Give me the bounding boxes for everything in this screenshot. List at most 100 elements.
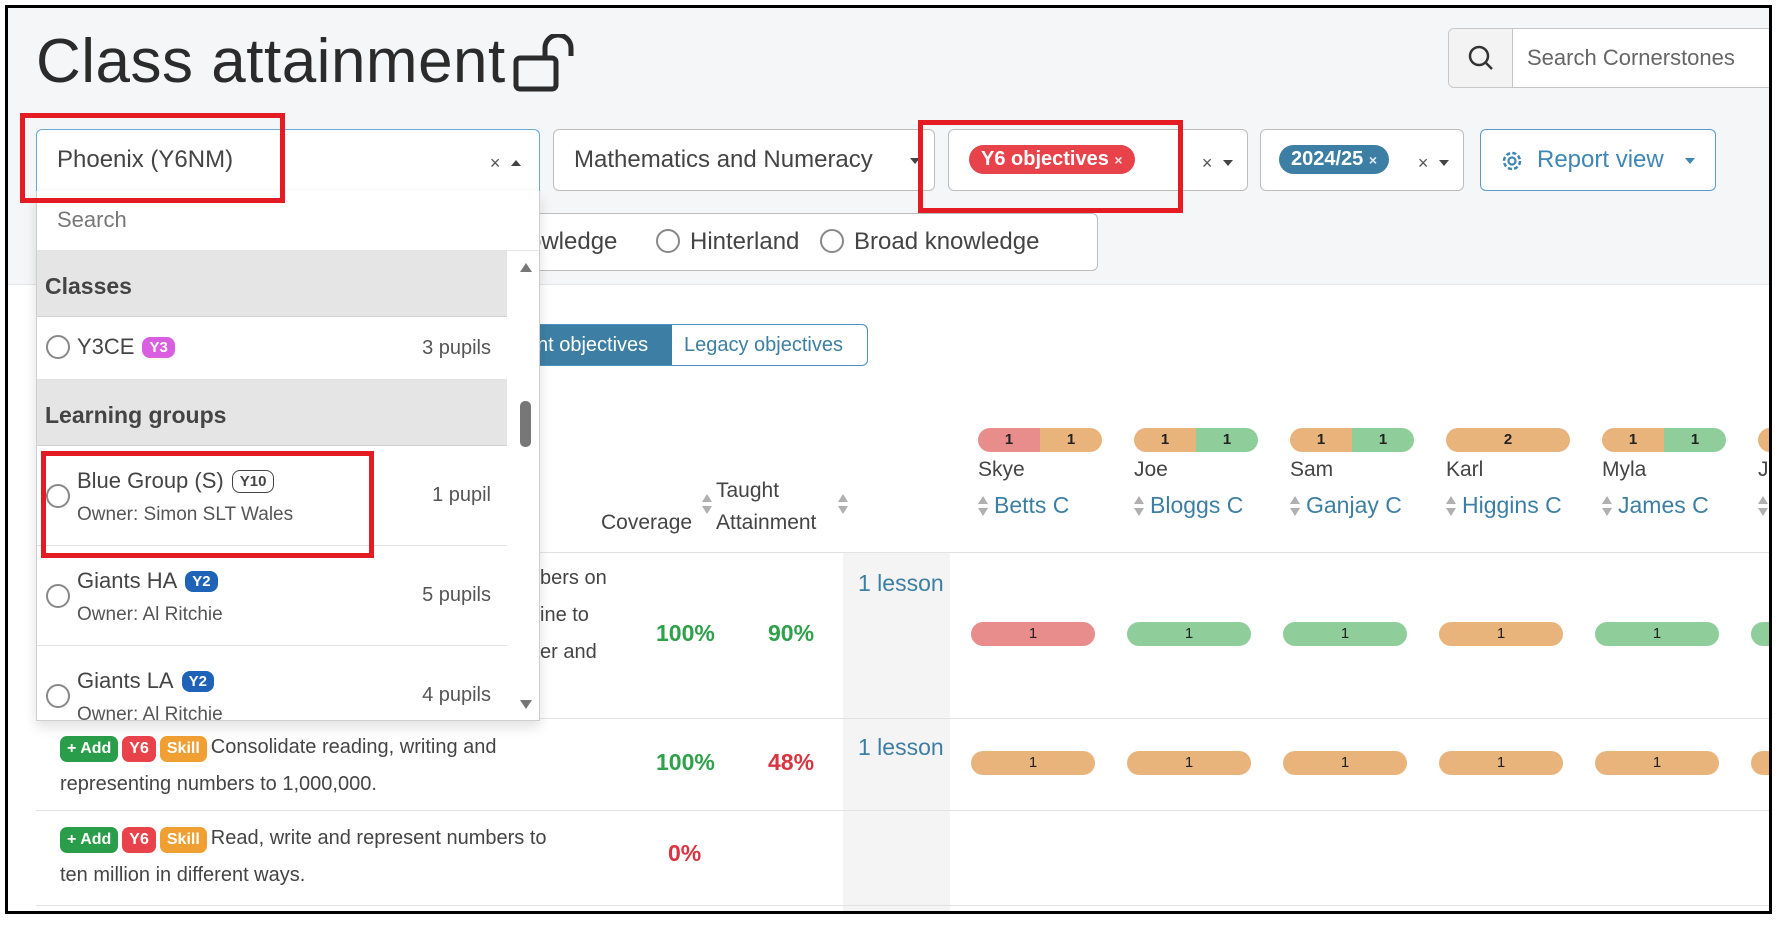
coverage-value: 100%	[656, 749, 715, 775]
pupil-count: 1 pupil	[432, 484, 491, 506]
knowledge-option-partial[interactable]: owledge	[528, 228, 617, 256]
objectives-toggle: nt objectives Legacy objectives	[528, 324, 868, 366]
search-input[interactable]	[1527, 45, 1769, 71]
objective-text: ten million in different ways.	[60, 864, 306, 886]
pupil-judgement[interactable]: 1	[1439, 751, 1563, 775]
sort-icon[interactable]	[838, 494, 848, 516]
remove-year-icon[interactable]: ×	[1369, 152, 1377, 168]
legacy-objectives-tab[interactable]: Legacy objectives	[672, 325, 867, 365]
add-objective-button[interactable]: + Add	[60, 827, 119, 853]
radio-circle	[46, 584, 70, 608]
dropdown-search-input[interactable]	[57, 207, 497, 233]
sort-icon	[1290, 496, 1300, 518]
pupil-last-name: Bloggs C	[1150, 492, 1244, 518]
year-badge: Y2	[185, 571, 218, 592]
objective-text-partial: bers on	[540, 567, 607, 589]
year-badge: Y2	[181, 671, 214, 692]
row-divider	[36, 905, 1769, 906]
search-button[interactable]	[1449, 29, 1513, 87]
broad-knowledge-label: Broad knowledge	[854, 228, 1040, 255]
scroll-up-icon[interactable]	[520, 263, 532, 272]
pupil-judgement[interactable]: 1	[1283, 622, 1407, 646]
pupil-last-name-sort[interactable]: Higgins C	[1446, 492, 1562, 519]
pupil-first-name: Myla	[1602, 458, 1647, 481]
knowledge-type-radios: owledge Hinterland Broad knowledge	[528, 213, 1098, 271]
option-name-text: Y3CE	[77, 334, 135, 359]
lesson-link[interactable]: 1 lesson	[858, 734, 944, 761]
pupil-last-name-sort[interactable]: Bloggs C	[1134, 492, 1243, 519]
hinterland-option[interactable]: Hinterland	[656, 228, 799, 256]
year-badge: Y3	[142, 337, 175, 358]
hinterland-label: Hinterland	[690, 228, 800, 255]
pupil-judgement[interactable]: 1	[1127, 622, 1251, 646]
attainment-value: 90%	[768, 620, 815, 646]
lesson-column-bg	[843, 552, 950, 911]
knowledge-option-label: owledge	[528, 228, 618, 255]
pupil-last-name: Higgins C	[1462, 492, 1562, 518]
coverage-value: 100%	[656, 620, 715, 646]
page-title: Class attainment	[36, 27, 506, 96]
pupil-last-name: Ganjay C	[1306, 492, 1402, 518]
pupil-judgement[interactable]: 1	[971, 751, 1095, 775]
dropdown-option-giants-ha[interactable]: Giants HA Y2 Owner: Al Ritchie 5 pupils	[37, 546, 507, 646]
coverage-header[interactable]: Coverage	[601, 511, 692, 535]
dropdown-option-y3ce[interactable]: Y3CE Y3 3 pupils	[37, 317, 507, 380]
pupil-last-name-sort[interactable]: Ganjay C	[1290, 492, 1402, 519]
dropdown-scrollbar[interactable]	[513, 251, 539, 720]
pupil-judgement[interactable]: 1	[1595, 622, 1719, 646]
radio-circle	[656, 229, 680, 253]
pupil-judgement[interactable]: 1	[1595, 751, 1719, 775]
pupil-count: 5 pupils	[422, 584, 491, 606]
year-tag: Y6	[122, 827, 156, 853]
row-divider	[36, 810, 1769, 811]
coverage-header-label: Coverage	[601, 511, 693, 534]
year-pill: 2024/25 ×	[1279, 145, 1390, 174]
objective-text: Consolidate reading, writing and	[210, 736, 497, 758]
global-search	[1448, 28, 1769, 88]
pupil-last-name-sort[interactable]: Betts C	[978, 492, 1069, 519]
scroll-down-icon[interactable]	[520, 700, 532, 709]
pupil-judgement[interactable]: 1	[1127, 751, 1251, 775]
current-objectives-tab[interactable]: nt objectives	[529, 325, 672, 365]
year-tag: Y6	[122, 736, 156, 762]
summary-segment: 2	[1446, 428, 1570, 452]
subject-select[interactable]: Mathematics and Numeracy	[553, 129, 935, 191]
lesson-link[interactable]: 1 lesson	[858, 570, 944, 597]
pupil-count: 3 pupils	[422, 337, 491, 359]
pupil-judgement[interactable]: 1	[1439, 622, 1563, 646]
summary-segment: 1	[978, 428, 1040, 452]
radio-circle	[46, 684, 70, 708]
scrollbar-thumb[interactable]	[520, 401, 531, 447]
summary-segment: 1	[1352, 428, 1414, 452]
report-view-button[interactable]: Report view	[1480, 129, 1716, 191]
option-name: Giants HA Y2	[77, 568, 218, 594]
objective-text-partial: er and	[540, 641, 597, 663]
pupil-last-name-sort[interactable]: James C	[1602, 492, 1709, 519]
clear-class-icon[interactable]: ×	[490, 153, 501, 173]
pupil-judgement[interactable]	[1751, 622, 1769, 646]
clear-year-icon[interactable]: ×	[1418, 153, 1429, 173]
taught-header[interactable]: Taught	[716, 479, 779, 503]
sort-icon[interactable]	[702, 494, 712, 516]
sort-icon	[1446, 496, 1456, 518]
pupil-first-name: Skye	[978, 458, 1025, 481]
summary-segment: 1	[1664, 428, 1726, 452]
pupil-judgement[interactable]	[1751, 751, 1769, 775]
attainment-header[interactable]: Attainment	[716, 511, 816, 535]
pupil-last-name-sort[interactable]: J	[1758, 492, 1769, 519]
chevron-down-icon	[1439, 159, 1449, 166]
sort-icon	[1758, 496, 1768, 518]
unlock-icon[interactable]	[513, 34, 579, 92]
broad-knowledge-option[interactable]: Broad knowledge	[820, 228, 1039, 256]
search-icon	[1468, 45, 1493, 70]
add-objective-button[interactable]: + Add	[60, 736, 119, 762]
pupil-count: 4 pupils	[422, 684, 491, 706]
pupil-judgement[interactable]: 1	[971, 622, 1095, 646]
chevron-up-icon	[511, 159, 521, 166]
pupil-summary-bar: 2	[1446, 428, 1570, 452]
objective-text: Read, write and represent numbers to	[210, 827, 547, 849]
clear-objectives-icon[interactable]: ×	[1202, 153, 1213, 173]
dropdown-option-giants-la[interactable]: Giants LA Y2 Owner: Al Ritchie 4 pupils	[37, 646, 507, 720]
year-select[interactable]: 2024/25 × ×	[1260, 129, 1464, 191]
pupil-judgement[interactable]: 1	[1283, 751, 1407, 775]
